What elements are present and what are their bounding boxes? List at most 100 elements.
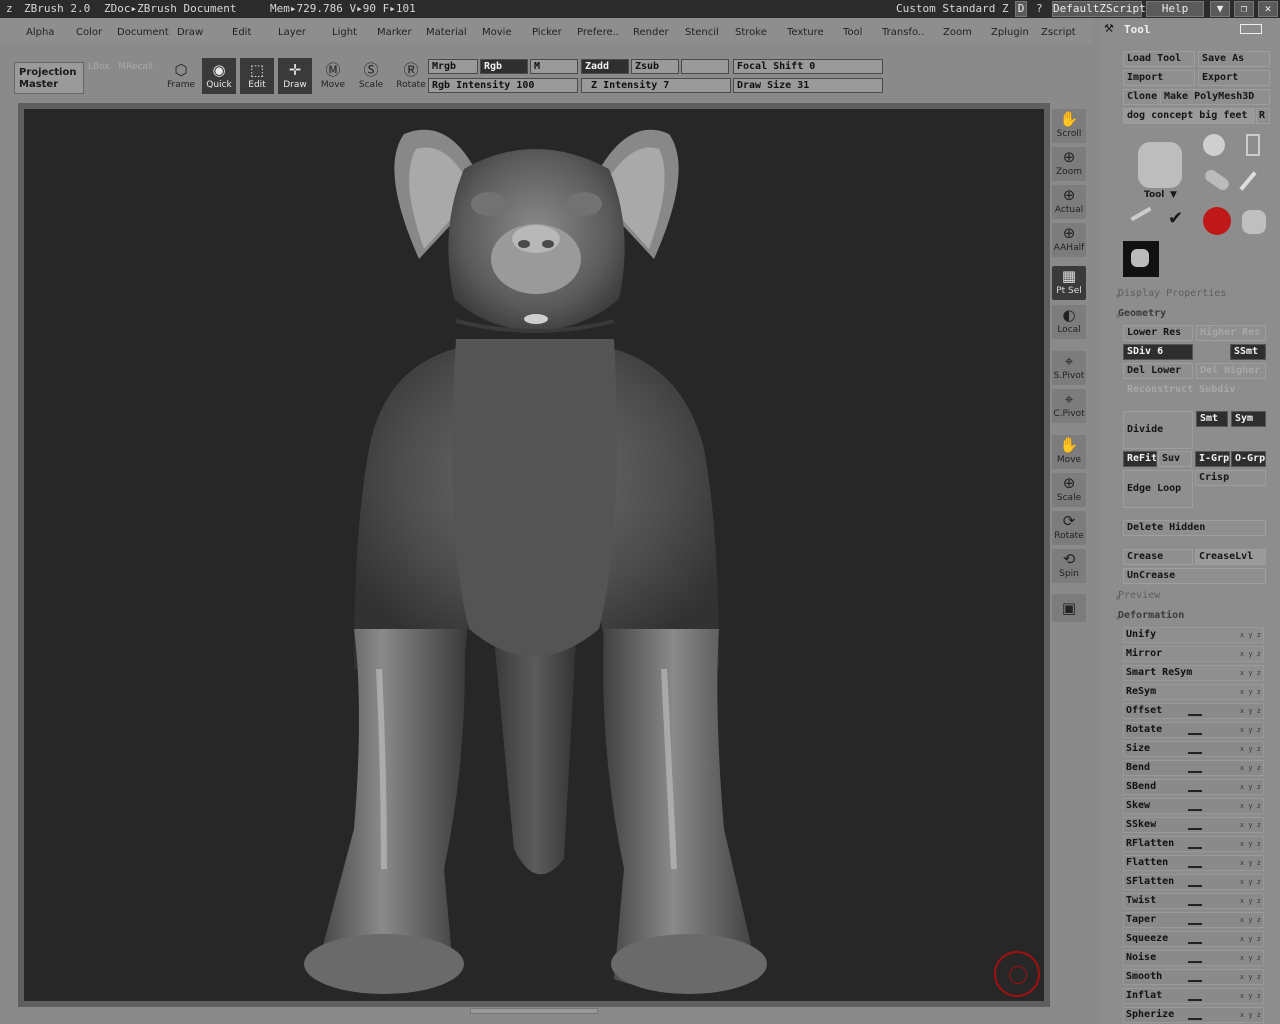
move-button[interactable]: Ⓜ Move	[316, 58, 350, 94]
xyz-axis-toggles-icon[interactable]: x y z	[1240, 837, 1261, 851]
deform-smooth-slider[interactable]: Smooth x y z	[1123, 969, 1264, 985]
spivot-view-button[interactable]: ⌖ S.Pivot	[1052, 351, 1086, 385]
navigation-circle-icon[interactable]	[994, 951, 1040, 997]
xyz-axis-toggles-icon[interactable]: x y z	[1240, 894, 1261, 908]
xyz-axis-toggles-icon[interactable]: x y z	[1240, 761, 1261, 775]
alpha-preview-icon[interactable]	[1123, 241, 1159, 277]
del-lower-button[interactable]: Del Lower	[1123, 363, 1193, 379]
menu-document[interactable]: Document	[117, 27, 169, 38]
quick-button[interactable]: ◉ Quick	[202, 58, 236, 94]
draw-size-slider[interactable]: Draw Size 31	[733, 78, 883, 93]
xyz-axis-toggles-icon[interactable]: x y z	[1240, 932, 1261, 946]
refit-button[interactable]: ReFit	[1123, 451, 1157, 467]
default-zscript-button[interactable]: DefaultZScript	[1052, 1, 1146, 17]
menu-movie[interactable]: Movie	[482, 27, 512, 38]
canvas-bottom-handle[interactable]	[470, 1008, 598, 1014]
tool-dropdown-icon[interactable]: ▼	[1170, 190, 1177, 200]
crisp-button[interactable]: Crisp	[1195, 470, 1266, 486]
menu-stencil[interactable]: Stencil	[685, 27, 719, 38]
rgb-intensity-slider[interactable]: Rgb Intensity 100	[428, 78, 578, 93]
higher-res-button[interactable]: Higher Res	[1196, 325, 1266, 341]
load-tool-button[interactable]: Load Tool	[1123, 51, 1195, 67]
deform-inflat-slider[interactable]: Inflat x y z	[1123, 988, 1264, 1004]
cpivot-view-button[interactable]: ⌖ C.Pivot	[1052, 389, 1086, 423]
del-higher-button[interactable]: Del Higher	[1196, 363, 1266, 379]
menu-alpha[interactable]: Alpha	[26, 27, 54, 38]
current-tool-name[interactable]: dog concept big feet	[1123, 108, 1255, 124]
deform-smartresym-slider[interactable]: Smart ReSym x y z	[1123, 665, 1264, 681]
menu-material[interactable]: Material	[426, 27, 467, 38]
lower-res-button[interactable]: Lower Res	[1123, 325, 1193, 341]
local-view-button[interactable]: ◐ Local	[1052, 305, 1086, 339]
xyz-axis-toggles-icon[interactable]: x y z	[1240, 799, 1261, 813]
xyz-axis-toggles-icon[interactable]: x y z	[1240, 742, 1261, 756]
deform-flatten-slider[interactable]: Flatten x y z	[1123, 855, 1264, 871]
xyz-axis-toggles-icon[interactable]: x y z	[1240, 647, 1261, 661]
deform-sbend-slider[interactable]: SBend x y z	[1123, 779, 1264, 795]
xyz-axis-toggles-icon[interactable]: x y z	[1240, 723, 1261, 737]
palette-dock-icon[interactable]	[1240, 24, 1262, 34]
z-intensity-slider[interactable]: Z Intensity 7	[581, 78, 731, 93]
scale-view-button[interactable]: ⊕ Scale	[1052, 473, 1086, 507]
camera-icon[interactable]: ▣	[1052, 594, 1086, 622]
slider-handle-icon[interactable]	[1188, 1018, 1202, 1020]
menu-prefere[interactable]: Prefere..	[577, 27, 619, 38]
slider-handle-icon[interactable]	[1188, 866, 1202, 868]
slider-handle-icon[interactable]	[1188, 714, 1202, 716]
scroll-view-button[interactable]: ✋ Scroll	[1052, 109, 1086, 143]
xyz-axis-toggles-icon[interactable]: x y z	[1240, 780, 1261, 794]
i-grp-button[interactable]: I-Grp	[1195, 451, 1230, 467]
tool-label[interactable]: Tool	[1144, 190, 1164, 200]
help-question-icon[interactable]: ?	[1036, 2, 1043, 15]
close-icon[interactable]: ✕	[1258, 1, 1278, 17]
pen-tool-icon[interactable]: ✔	[1168, 208, 1190, 229]
slider-handle-icon[interactable]	[1188, 885, 1202, 887]
preview-header[interactable]: Preview	[1118, 590, 1160, 601]
save-as-button[interactable]: Save As	[1198, 51, 1270, 67]
deform-offset-slider[interactable]: Offset x y z	[1123, 703, 1264, 719]
scale-button[interactable]: Ⓢ Scale	[354, 58, 388, 94]
draw-button[interactable]: ✛ Draw	[278, 58, 312, 94]
deform-size-slider[interactable]: Size x y z	[1123, 741, 1264, 757]
xyz-axis-toggles-icon[interactable]: x y z	[1240, 856, 1261, 870]
zsub-button[interactable]: Zsub	[631, 59, 679, 74]
red-sphere-material-icon[interactable]	[1203, 207, 1231, 235]
slider-handle-icon[interactable]	[1188, 999, 1202, 1001]
o-grp-button[interactable]: O-Grp	[1231, 451, 1266, 467]
dog-tool-thumbnail-icon[interactable]	[1138, 142, 1182, 188]
menu-zoom[interactable]: Zoom	[943, 27, 972, 38]
menu-draw[interactable]: Draw	[177, 27, 203, 38]
xyz-axis-toggles-icon[interactable]: x y z	[1240, 875, 1261, 889]
smt-button[interactable]: Smt	[1196, 411, 1228, 427]
menu-picker[interactable]: Picker	[532, 27, 562, 38]
slider-handle-icon[interactable]	[1188, 771, 1202, 773]
menu-color[interactable]: Color	[76, 27, 102, 38]
xyz-axis-toggles-icon[interactable]: x y z	[1240, 666, 1261, 680]
menu-stroke[interactable]: Stroke	[735, 27, 767, 38]
menu-marker[interactable]: Marker	[377, 27, 412, 38]
deform-spherize-slider[interactable]: Spherize x y z	[1123, 1007, 1264, 1023]
ssmt-button[interactable]: SSmt	[1230, 344, 1266, 360]
xyz-axis-toggles-icon[interactable]: x y z	[1240, 951, 1261, 965]
deform-resym-slider[interactable]: ReSym x y z	[1123, 684, 1264, 700]
rotate-view-button[interactable]: ⟳ Rotate	[1052, 511, 1086, 545]
xyz-axis-toggles-icon[interactable]: x y z	[1240, 1008, 1261, 1022]
dog-subtool-icon[interactable]	[1242, 210, 1266, 234]
deform-skew-slider[interactable]: Skew x y z	[1123, 798, 1264, 814]
deform-bend-slider[interactable]: Bend x y z	[1123, 760, 1264, 776]
deformation-header[interactable]: Deformation	[1118, 610, 1184, 621]
move-view-button[interactable]: ✋ Move	[1052, 435, 1086, 469]
slider-handle-icon[interactable]	[1188, 980, 1202, 982]
zadd-button[interactable]: Zadd	[581, 59, 629, 74]
frame-button[interactable]: ⬡ Frame	[164, 58, 198, 94]
xyz-axis-toggles-icon[interactable]: x y z	[1240, 989, 1261, 1003]
spin-view-button[interactable]: ⟲ Spin	[1052, 549, 1086, 583]
slider-handle-icon[interactable]	[1188, 923, 1202, 925]
import-button[interactable]: Import	[1123, 70, 1195, 86]
deform-noise-slider[interactable]: Noise x y z	[1123, 950, 1264, 966]
actual-view-button[interactable]: ⊕ Actual	[1052, 185, 1086, 219]
make-polymesh3d-button[interactable]: Make PolyMesh3D	[1160, 89, 1270, 105]
xyz-axis-toggles-icon[interactable]: x y z	[1240, 704, 1261, 718]
sphere-tool-icon[interactable]	[1203, 134, 1225, 156]
deform-unify-slider[interactable]: Unify x y z	[1123, 627, 1264, 643]
